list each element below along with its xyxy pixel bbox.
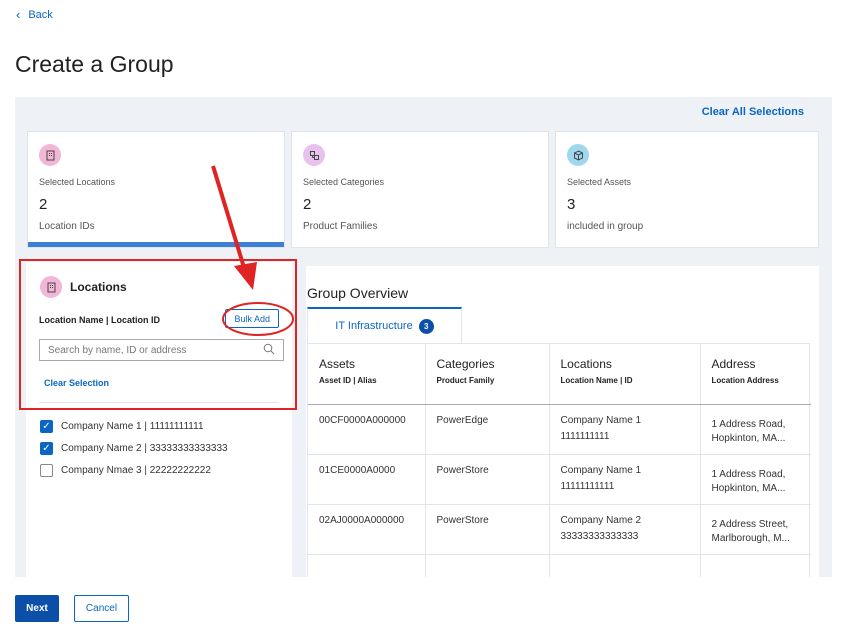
group-builder-panel: Clear All Selections Selected Locations … [15, 97, 832, 577]
column-subtitle: Product Family [436, 376, 495, 385]
address-cell: 1 Address Road, Hopkinton, MA... [700, 404, 811, 455]
card-subtitle: Location IDs [39, 221, 95, 232]
address-line-1: 1 Address Road, [711, 418, 786, 430]
next-button[interactable]: Next [15, 595, 59, 622]
column-title: Locations [560, 357, 612, 371]
building-icon [39, 144, 61, 166]
location-item-label: Company Name 1 | 11111111111 [61, 420, 204, 432]
location-item-label: Company Nmae 3 | 22222222222 [61, 464, 211, 476]
address-cell: 1 Address Road, Hopkinton, MA... [700, 454, 811, 505]
divider [39, 402, 279, 403]
address-line-1: 1 Address Road, [711, 468, 786, 480]
location-name: Company Name 1 [560, 464, 642, 476]
address-line-1: 2 Address Street, [711, 518, 789, 530]
tab-it-infrastructure[interactable]: IT Infrastructure 3 [307, 307, 462, 343]
card-subtitle: included in group [567, 221, 644, 232]
address-line-2: Marlborough, M... [711, 532, 790, 544]
locations-subtitle: Location Name | Location ID [39, 315, 161, 325]
search-icon[interactable] [263, 343, 275, 358]
card-value: 2 [39, 196, 48, 213]
column-title: Address [711, 357, 756, 371]
group-overview-title: Group Overview [307, 285, 409, 301]
count-badge: 3 [418, 318, 434, 334]
card-subtitle: Product Families [303, 221, 378, 232]
card-label: Selected Assets [567, 177, 632, 187]
table-row[interactable]: 02AJ0000A000000 PowerStore Company Name … [308, 504, 811, 555]
active-card-indicator [28, 242, 284, 247]
group-overview-panel: Group Overview IT Infrastructure 3 Asset… [306, 266, 819, 577]
category-cell: PowerStore [425, 504, 550, 555]
table-header-row: Assets Asset ID | Alias Categories Product… [308, 344, 811, 405]
cancel-button[interactable]: Cancel [74, 595, 129, 622]
location-cell: Company Name 1 1111111111 [549, 404, 701, 455]
location-search-field[interactable] [39, 339, 284, 361]
location-cell: Company Name 2 33333333333333 [549, 504, 701, 555]
locations-title: Locations [70, 280, 127, 294]
column-subtitle: Asset ID | Alias [319, 376, 377, 385]
page-title: Create a Group [15, 51, 174, 77]
location-id: 1111111111 [560, 430, 610, 442]
tab-label: IT Infrastructure [335, 320, 413, 332]
address-line-2: Hopkinton, MA... [711, 432, 786, 444]
selected-locations-card[interactable]: Selected Locations 2 Location IDs [27, 131, 285, 248]
column-header-locations[interactable]: Locations Location Name | ID [549, 344, 701, 405]
location-name: Company Name 1 [560, 414, 642, 426]
category-cell: PowerEdge [425, 404, 550, 455]
asset-cell: 02AJ0000A000000 [308, 504, 426, 555]
chevron-left-icon: ‹ [16, 7, 21, 22]
clear-selection-link[interactable]: Clear Selection [44, 378, 109, 388]
asset-cell: 00CF0000A000000 [308, 404, 426, 455]
clear-all-selections-link[interactable]: Clear All Selections [702, 106, 804, 118]
asset-cell: 01CE0000A0000 [308, 454, 426, 505]
column-header-assets[interactable]: Assets Asset ID | Alias [308, 344, 426, 405]
address-line-2: Hopkinton, MA... [711, 482, 786, 494]
building-icon [40, 276, 62, 298]
location-item-label: Company Name 2 | 33333333333333 [61, 442, 228, 454]
overview-table: Assets Asset ID | Alias Categories Product… [307, 343, 811, 577]
location-id: 33333333333333 [560, 530, 639, 542]
locations-panel: Locations Location Name | Location ID Bu… [26, 262, 292, 577]
column-header-address[interactable]: Address Location Address [700, 344, 811, 405]
table-row[interactable]: 00CF0000A000000 PowerEdge Company Name 1… [308, 404, 811, 455]
checkbox-checked[interactable]: ✓ [40, 441, 53, 455]
back-label: Back [28, 8, 53, 21]
table-row[interactable]: 01CE0000A0000 PowerStore Company Name 1 1… [308, 454, 811, 505]
location-search-input[interactable] [48, 344, 263, 356]
location-cell: Company Name 1 11111111111 [549, 454, 701, 505]
card-label: Selected Categories [303, 177, 385, 187]
selected-assets-card[interactable]: Selected Assets 3 included in group [555, 131, 819, 248]
location-id: 11111111111 [560, 480, 615, 492]
location-name: Company Name 2 [560, 514, 642, 526]
checkbox-checked[interactable]: ✓ [40, 419, 53, 433]
card-value: 2 [303, 196, 312, 213]
column-subtitle: Location Address [711, 376, 779, 385]
column-title: Categories [436, 357, 495, 371]
card-value: 3 [567, 196, 576, 213]
selected-categories-card[interactable]: Selected Categories 2 Product Families [291, 131, 549, 248]
bulk-add-button[interactable]: Bulk Add [225, 309, 279, 328]
table-row-empty [308, 554, 811, 577]
category-cell: PowerStore [425, 454, 550, 505]
column-header-categories[interactable]: Categories Product Family [425, 344, 550, 405]
column-subtitle: Location Name | ID [560, 376, 633, 385]
column-title: Assets [319, 357, 356, 371]
card-label: Selected Locations [39, 177, 116, 187]
location-item[interactable]: ✓ Company Name 2 | 33333333333333 [40, 437, 228, 459]
address-cell: 2 Address Street, Marlborough, M... [700, 504, 811, 555]
location-item[interactable]: ✓ Company Name 1 | 11111111111 [40, 415, 228, 437]
checkbox-unchecked[interactable] [40, 463, 53, 477]
location-checklist: ✓ Company Name 1 | 11111111111 ✓ Company… [40, 415, 228, 481]
cube-icon [567, 144, 589, 166]
category-icon [303, 144, 325, 166]
back-link[interactable]: ‹ Back [16, 7, 53, 22]
location-item[interactable]: Company Nmae 3 | 22222222222 [40, 459, 228, 481]
locations-header: Locations [40, 276, 127, 298]
